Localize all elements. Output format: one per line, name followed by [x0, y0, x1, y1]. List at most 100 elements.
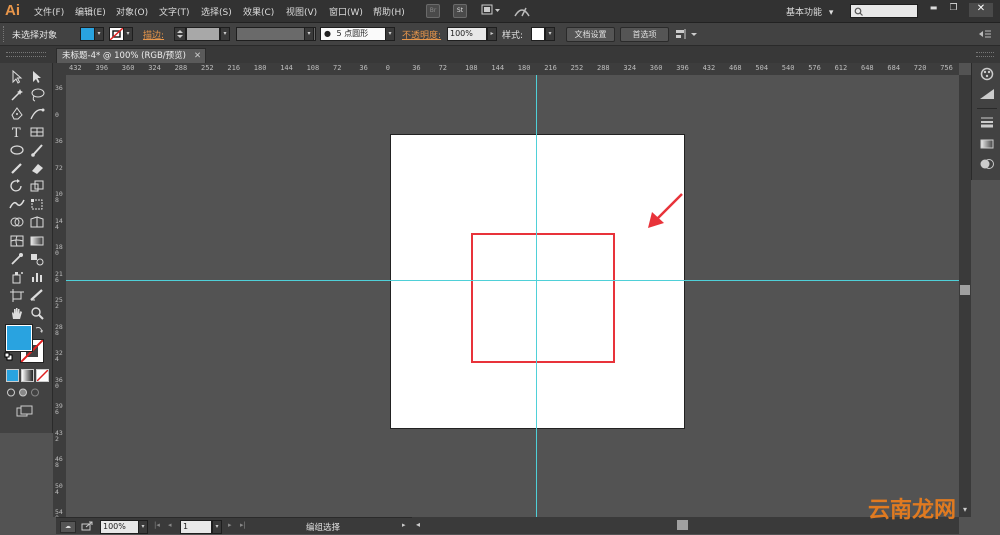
vertical-scroll-thumb[interactable] [960, 285, 970, 295]
stroke-panel-icon[interactable] [978, 115, 996, 129]
brush-dropdown[interactable]: ▾ [385, 27, 395, 41]
artboard-dropdown[interactable]: ▾ [212, 520, 222, 534]
line-segment-tool-icon[interactable] [28, 124, 46, 140]
document-setup-button[interactable]: 文档设置 [566, 27, 615, 42]
rotate-tool-icon[interactable] [8, 178, 26, 194]
type-tool-icon[interactable]: T [8, 124, 26, 141]
gpu-performance-icon[interactable] [513, 3, 531, 19]
vertical-scrollbar[interactable]: ▾ [959, 75, 971, 517]
artboard-tool-icon[interactable] [8, 287, 26, 303]
canvas[interactable] [66, 75, 959, 517]
mesh-tool-icon[interactable] [8, 233, 26, 249]
fill-dropdown[interactable]: ▾ [94, 27, 104, 41]
workspace-switcher[interactable]: 基本功能 ▾ [786, 5, 833, 18]
stroke-weight-dropdown[interactable]: ▾ [220, 27, 230, 41]
gradient-mode-button[interactable] [21, 369, 34, 382]
right-panel-grip[interactable] [976, 52, 994, 57]
selected-rectangle[interactable] [471, 233, 615, 363]
curvature-tool-icon[interactable] [28, 106, 46, 122]
scroll-left-icon[interactable]: ◂ [416, 520, 420, 529]
opacity-dropdown[interactable]: ▸ [487, 27, 497, 41]
close-tab-icon[interactable]: ✕ [194, 49, 201, 63]
symbol-sprayer-tool-icon[interactable] [8, 269, 26, 285]
artboard-number-field[interactable]: 1 [180, 520, 212, 534]
share-icon[interactable] [80, 520, 94, 532]
menu-effect[interactable]: 效果(C) [243, 5, 274, 18]
width-tool-icon[interactable] [8, 196, 26, 212]
prev-artboard-icon[interactable]: ◂ [168, 521, 172, 529]
stroke-weight-field[interactable] [186, 27, 220, 41]
next-artboard-icon[interactable]: ▸ [228, 521, 232, 529]
search-input[interactable] [865, 5, 915, 16]
magic-wand-tool-icon[interactable] [8, 87, 26, 103]
arrange-documents-icon[interactable] [481, 4, 501, 16]
swap-fill-stroke-icon[interactable] [35, 325, 44, 334]
align-options-icon[interactable] [674, 27, 698, 41]
preferences-button[interactable]: 首选项 [620, 27, 669, 42]
gradient-tool-icon[interactable] [28, 233, 46, 249]
close-button[interactable]: ✕ [969, 3, 993, 17]
menu-object[interactable]: 对象(O) [116, 5, 148, 18]
ellipse-tool-icon[interactable] [8, 142, 26, 158]
menu-window[interactable]: 窗口(W) [329, 5, 363, 18]
none-mode-button[interactable] [36, 369, 49, 382]
stroke-swatch[interactable] [109, 27, 124, 41]
menu-help[interactable]: 帮助(H) [373, 5, 405, 18]
bridge-button[interactable]: Br [426, 4, 440, 18]
default-fill-stroke-icon[interactable] [4, 352, 13, 361]
fill-color-box[interactable] [6, 325, 32, 351]
menu-file[interactable]: 文件(F) [34, 5, 64, 18]
screen-mode-icon[interactable] [16, 405, 34, 417]
status-menu-arrow-icon[interactable]: ▸ [402, 521, 406, 529]
search-field[interactable] [850, 4, 918, 18]
transparency-panel-icon[interactable] [978, 157, 996, 171]
zoom-dropdown[interactable]: ▾ [138, 520, 148, 534]
menu-view[interactable]: 视图(V) [286, 5, 317, 18]
toolbar-grip[interactable] [6, 52, 46, 57]
restore-button[interactable]: ❐ [947, 3, 960, 16]
first-artboard-icon[interactable]: |◂ [154, 521, 160, 529]
blend-tool-icon[interactable] [28, 251, 46, 267]
zoom-field[interactable]: 100% [100, 520, 140, 534]
color-panel-icon[interactable] [978, 67, 996, 81]
brush-definition-field[interactable]: ● 5 点圆形 [320, 27, 386, 41]
fill-swatch[interactable] [80, 27, 95, 41]
stroke-dropdown[interactable]: ▾ [123, 27, 133, 41]
profile-dropdown[interactable]: ▾ [304, 27, 314, 41]
menu-select[interactable]: 选择(S) [201, 5, 232, 18]
zoom-tool-icon[interactable] [28, 305, 46, 321]
horizontal-scroll-thumb[interactable] [677, 520, 688, 530]
paintbrush-tool-icon[interactable] [28, 142, 46, 158]
stroke-weight-stepper[interactable] [174, 27, 186, 41]
gradient-panel-icon[interactable] [978, 137, 996, 151]
selection-tool-icon[interactable] [8, 69, 26, 85]
pencil-tool-icon[interactable] [8, 160, 26, 176]
stroke-weight-label[interactable]: 描边: [143, 28, 164, 41]
shape-builder-tool-icon[interactable] [8, 214, 26, 230]
document-tab[interactable]: 未标题-4* @ 100% (RGB/预览) ✕ [56, 48, 206, 63]
last-artboard-icon[interactable]: ▸| [240, 521, 246, 529]
panel-menu-icon[interactable] [978, 28, 992, 40]
free-transform-tool-icon[interactable] [28, 196, 46, 212]
scale-tool-icon[interactable] [28, 178, 46, 194]
vertical-ruler[interactable]: 36 0 36 72 108 144 180 216 252 288 324 360 396 432 468… [53, 75, 67, 517]
horizontal-guide[interactable] [66, 280, 959, 281]
perspective-grid-tool-icon[interactable] [28, 214, 46, 230]
stock-button[interactable]: St [453, 4, 467, 18]
slice-tool-icon[interactable] [28, 287, 46, 303]
opacity-label[interactable]: 不透明度: [402, 28, 441, 41]
column-graph-tool-icon[interactable] [28, 269, 46, 285]
pen-tool-icon[interactable] [8, 106, 26, 122]
drawing-modes[interactable] [6, 387, 42, 398]
menu-edit[interactable]: 编辑(E) [75, 5, 106, 18]
eyedropper-tool-icon[interactable] [8, 251, 26, 267]
opacity-field[interactable]: 100% [447, 27, 487, 41]
graphic-style-swatch[interactable] [531, 27, 545, 41]
vertical-guide[interactable] [536, 75, 537, 517]
lasso-tool-icon[interactable] [28, 87, 46, 103]
style-dropdown[interactable]: ▾ [545, 27, 555, 41]
direct-selection-tool-icon[interactable] [28, 69, 46, 85]
panel-grip[interactable] [3, 26, 7, 42]
color-guide-icon[interactable] [978, 87, 996, 101]
status-cloud-icon[interactable]: ☁ [60, 521, 76, 533]
